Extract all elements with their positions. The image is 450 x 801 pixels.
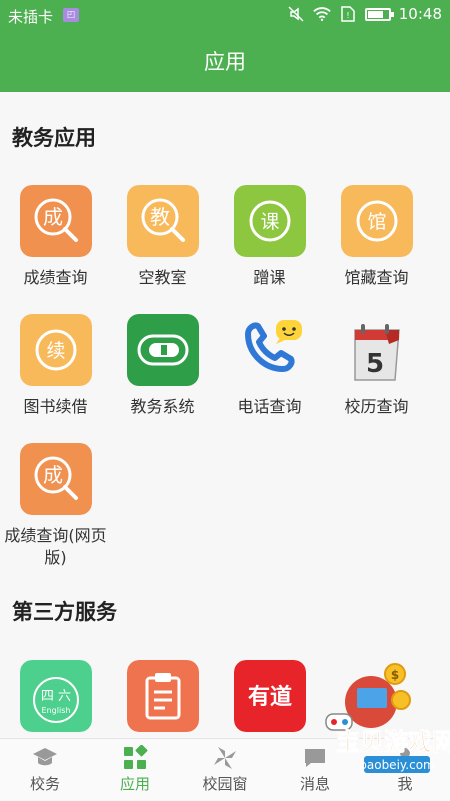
page-title: 应用 bbox=[204, 50, 246, 74]
apps-grid-icon bbox=[124, 745, 148, 769]
academic-app-tile[interactable]: 教空教室 bbox=[110, 185, 215, 289]
watermark-title: 宝贝游戏网 bbox=[336, 728, 450, 756]
tab-campus-window[interactable]: 校园窗 bbox=[180, 739, 270, 801]
app-bar: 应用 bbox=[0, 32, 450, 92]
svg-text:English: English bbox=[41, 706, 70, 715]
app-label: 成绩查询(网页版) bbox=[4, 526, 107, 567]
third-party-app-tile[interactable]: 四 六 English bbox=[3, 660, 108, 732]
battery-icon bbox=[364, 7, 394, 21]
svg-text:成: 成 bbox=[43, 463, 63, 487]
clipboard-icon bbox=[126, 660, 199, 732]
course-icon: 课 bbox=[233, 185, 306, 257]
tab-school-affairs[interactable]: 校务 bbox=[0, 739, 90, 801]
app-label: 图书续借 bbox=[23, 397, 88, 416]
academic-app-tile[interactable]: 课蹭课 bbox=[217, 185, 322, 289]
academic-app-tile[interactable]: 馆馆藏查询 bbox=[324, 185, 429, 289]
library-icon: 馆 bbox=[340, 185, 413, 257]
academic-app-tile[interactable]: 续图书续借 bbox=[3, 314, 108, 418]
clock: 10:48 bbox=[398, 5, 442, 23]
status-bar: 未插卡 ◰ ! 10:48 bbox=[0, 0, 450, 32]
svg-text:课: 课 bbox=[260, 211, 279, 233]
section-title-third-party: 第三方服务 bbox=[12, 600, 117, 624]
app-label: 成绩查询 bbox=[23, 268, 88, 287]
watermark-url: baobeiy.com bbox=[359, 758, 434, 772]
classroom-search-icon: 教 bbox=[126, 185, 199, 257]
calendar-icon: 5 bbox=[341, 314, 413, 386]
mute-icon bbox=[287, 5, 305, 23]
watermark-logo-icon: 宝贝游戏网 baobeiy.com bbox=[325, 713, 450, 773]
academic-app-tile[interactable]: 教务系统 bbox=[110, 314, 215, 418]
app-label: 校历查询 bbox=[344, 397, 409, 416]
watermark: 宝贝游戏网 baobeiy.com bbox=[318, 700, 450, 780]
grade-search-web-icon: 成 bbox=[19, 443, 92, 515]
cet-icon: 四 六 English bbox=[19, 660, 92, 732]
section-title-academic: 教务应用 bbox=[12, 126, 96, 150]
third-party-app-tile[interactable]: 有道 bbox=[217, 660, 322, 732]
app-label: 电话查询 bbox=[237, 397, 302, 416]
wifi-icon bbox=[313, 5, 331, 23]
tab-label: 应用 bbox=[119, 775, 150, 793]
third-party-app-tile[interactable] bbox=[110, 660, 215, 732]
app-label: 空教室 bbox=[138, 268, 187, 287]
academic-system-icon bbox=[126, 314, 199, 386]
grade-search-icon: 成 bbox=[19, 185, 92, 257]
academic-app-tile[interactable]: 电话查询 bbox=[217, 314, 322, 418]
svg-text:四 六: 四 六 bbox=[40, 689, 70, 704]
svg-text:有道: 有道 bbox=[247, 684, 291, 710]
graduation-cap-icon bbox=[33, 748, 57, 766]
svg-text:$: $ bbox=[390, 668, 398, 682]
svg-text:!: ! bbox=[346, 11, 349, 20]
svg-text:馆: 馆 bbox=[367, 211, 386, 233]
app-label: 教务系统 bbox=[130, 397, 195, 416]
svg-text:教: 教 bbox=[150, 205, 170, 229]
renew-icon: 续 bbox=[19, 314, 92, 386]
pinwheel-icon bbox=[214, 747, 236, 769]
carrier-label: 未插卡 bbox=[8, 8, 54, 26]
svg-text:续: 续 bbox=[46, 340, 65, 362]
academic-app-tile[interactable]: 成成绩查询(网页版) bbox=[3, 443, 108, 569]
academic-app-tile[interactable]: 5 校历查询 bbox=[324, 314, 429, 418]
tab-label: 校园窗 bbox=[202, 775, 248, 793]
tab-apps[interactable]: 应用 bbox=[90, 739, 180, 801]
no-sim-icon: ! bbox=[339, 5, 357, 23]
tab-label: 校务 bbox=[29, 775, 60, 793]
academic-app-tile[interactable]: 成成绩查询 bbox=[3, 185, 108, 289]
svg-text:成: 成 bbox=[43, 205, 63, 229]
app-label: 蹭课 bbox=[253, 268, 286, 287]
youdao-icon: 有道 bbox=[233, 660, 306, 732]
svg-text:5: 5 bbox=[365, 349, 383, 379]
app-label: 馆藏查询 bbox=[344, 268, 409, 287]
sim-icon: ◰ bbox=[63, 8, 79, 22]
phone-icon bbox=[234, 314, 306, 386]
